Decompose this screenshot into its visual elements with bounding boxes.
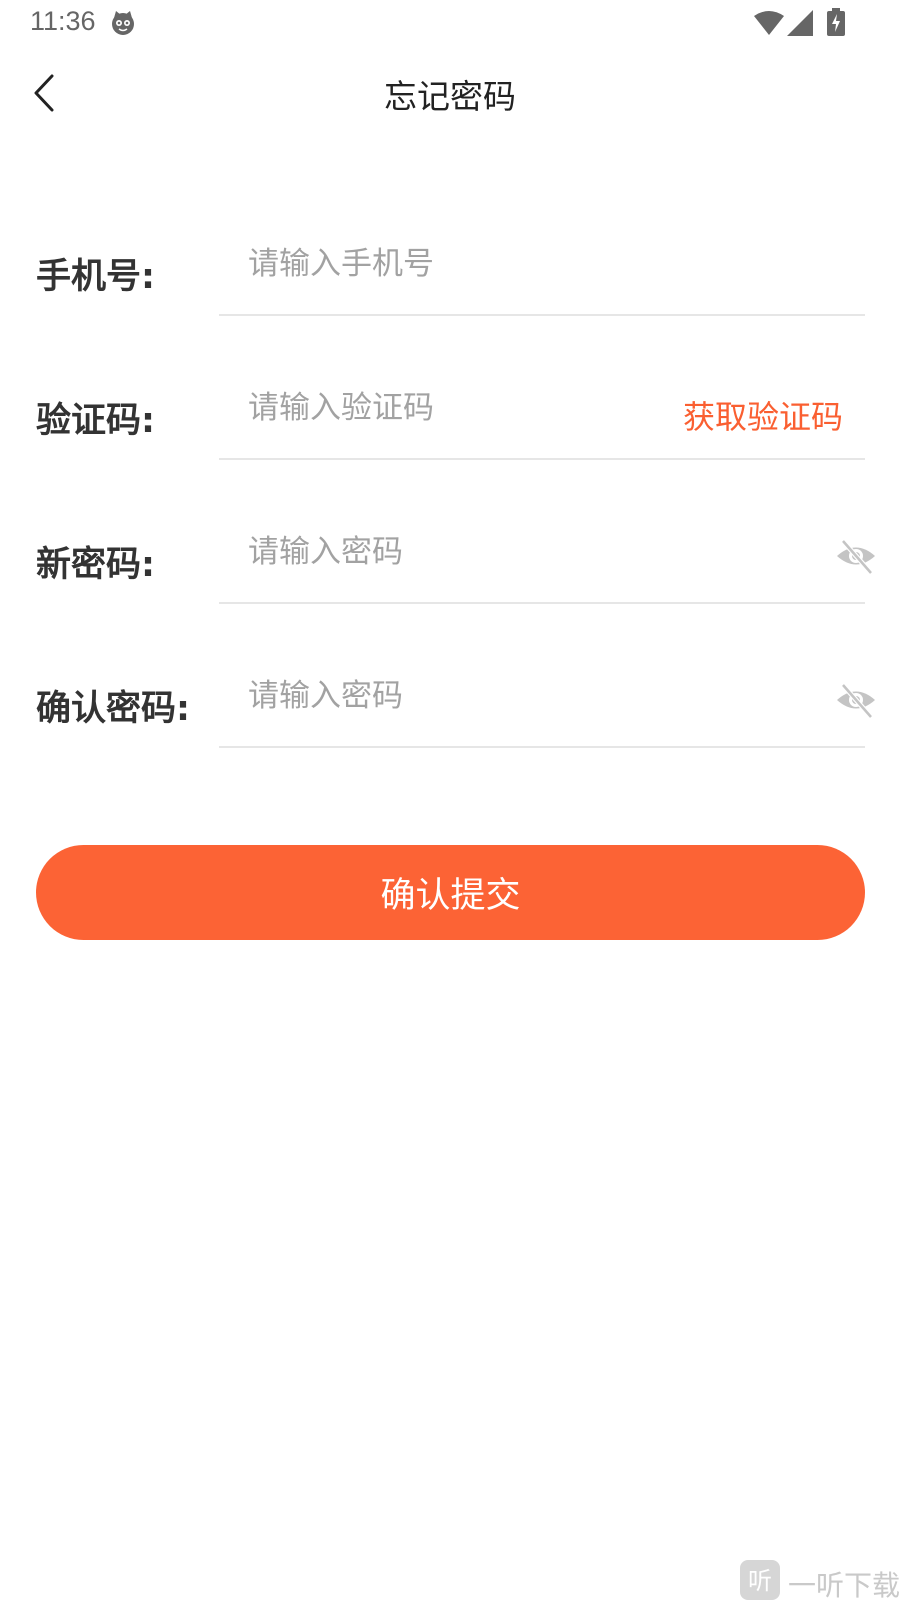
submit-button[interactable]: 确认提交 [36, 845, 865, 940]
confirm-password-input[interactable] [248, 668, 668, 724]
new-password-input[interactable] [248, 524, 668, 580]
eye-off-icon[interactable] [835, 679, 877, 721]
code-input[interactable] [248, 380, 668, 436]
nav-bar: 忘记密码 [0, 46, 900, 142]
ting-logo-icon: 听 [740, 1560, 780, 1600]
code-row: 验证码: 获取验证码 [0, 374, 900, 474]
cat-face-icon [112, 11, 134, 35]
status-time: 11:36 [30, 6, 96, 36]
confirm-password-row: 确认密码: [0, 662, 900, 762]
code-underline [219, 458, 865, 460]
confirm-password-label: 确认密码: [36, 689, 190, 729]
eye-off-icon[interactable] [835, 535, 877, 577]
wifi-icon [754, 11, 784, 35]
phone-row: 手机号: [0, 230, 900, 330]
page-title: 忘记密码 [384, 77, 516, 116]
get-code-button[interactable]: 获取验证码 [683, 392, 843, 438]
cellular-signal-icon [787, 10, 813, 36]
new-password-label: 新密码: [36, 545, 155, 585]
status-bar: 11:36 [0, 0, 900, 46]
code-label: 验证码: [36, 401, 155, 441]
svg-text:听: 听 [748, 1567, 772, 1595]
battery-charging-icon [827, 8, 845, 36]
phone-input[interactable] [248, 236, 668, 292]
new-password-row: 新密码: [0, 518, 900, 618]
confirm-password-underline [219, 746, 865, 748]
new-password-underline [219, 602, 865, 604]
watermark-text: 一听下载 [788, 1569, 900, 1600]
watermark: 听 一听下载 [740, 1556, 900, 1600]
phone-underline [219, 314, 865, 316]
phone-label: 手机号: [36, 257, 155, 297]
